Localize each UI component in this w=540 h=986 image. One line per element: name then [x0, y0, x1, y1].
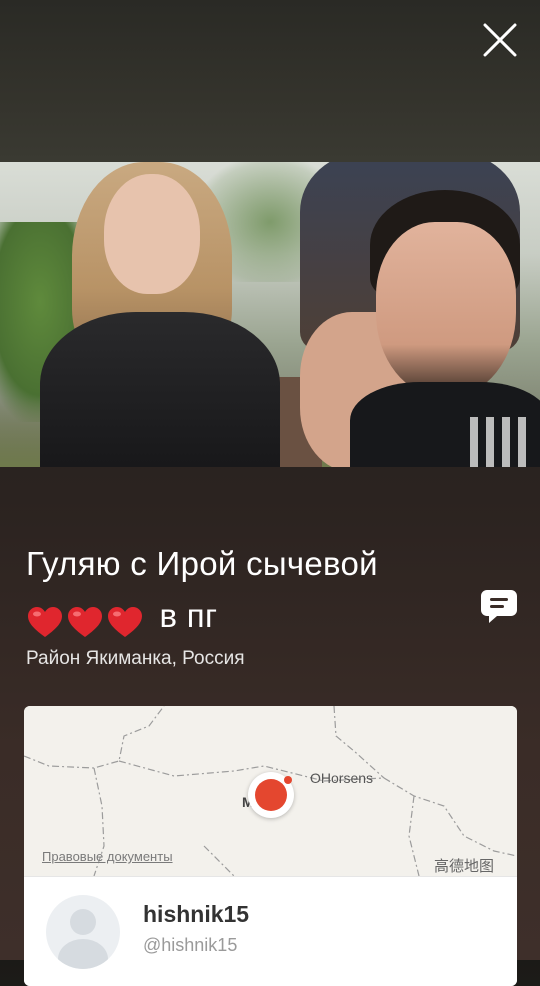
map-card[interactable]: OHorsens Mva Правовые документы 高德地图 his… — [24, 706, 517, 986]
avatar[interactable] — [46, 895, 120, 969]
comment-button[interactable] — [479, 586, 519, 626]
map-marker-dot — [255, 779, 287, 811]
username[interactable]: hishnik15 — [143, 901, 249, 928]
user-placeholder-icon — [70, 909, 96, 935]
caption-line-1: Гуляю с Ирой сычевой — [26, 545, 378, 582]
close-button[interactable] — [478, 18, 522, 62]
heart-icon — [66, 605, 104, 639]
comment-icon — [481, 590, 517, 623]
user-placeholder-shoulders — [58, 939, 108, 969]
map-marker-small-dot — [284, 776, 292, 784]
map-city-label: OHorsens — [310, 770, 374, 786]
map-provider-logo: 高德地图 — [434, 858, 495, 875]
map-view[interactable]: OHorsens Mva Правовые документы 高德地图 — [24, 706, 517, 876]
video-guy-face — [376, 222, 516, 397]
heart-icon — [26, 605, 64, 639]
heart-icon — [106, 605, 144, 639]
caption-line-2-text: в пг — [159, 597, 218, 634]
map-location-marker[interactable] — [248, 772, 294, 818]
video-girl-face — [104, 174, 200, 294]
video-player[interactable] — [0, 162, 540, 467]
caption-hearts — [26, 594, 146, 646]
top-blurred-background — [0, 0, 540, 162]
video-girl-jacket — [40, 312, 280, 467]
close-icon — [483, 23, 517, 57]
video-shirt-print — [470, 417, 530, 467]
post-location[interactable]: Район Якиманка, Россия — [26, 648, 245, 670]
user-row[interactable]: hishnik15 @hishnik15 — [24, 876, 517, 986]
legal-documents-link[interactable]: Правовые документы — [42, 849, 173, 864]
post-caption: Гуляю с Ирой сычевой в пг — [26, 538, 471, 646]
user-handle: @hishnik15 — [143, 935, 238, 955]
